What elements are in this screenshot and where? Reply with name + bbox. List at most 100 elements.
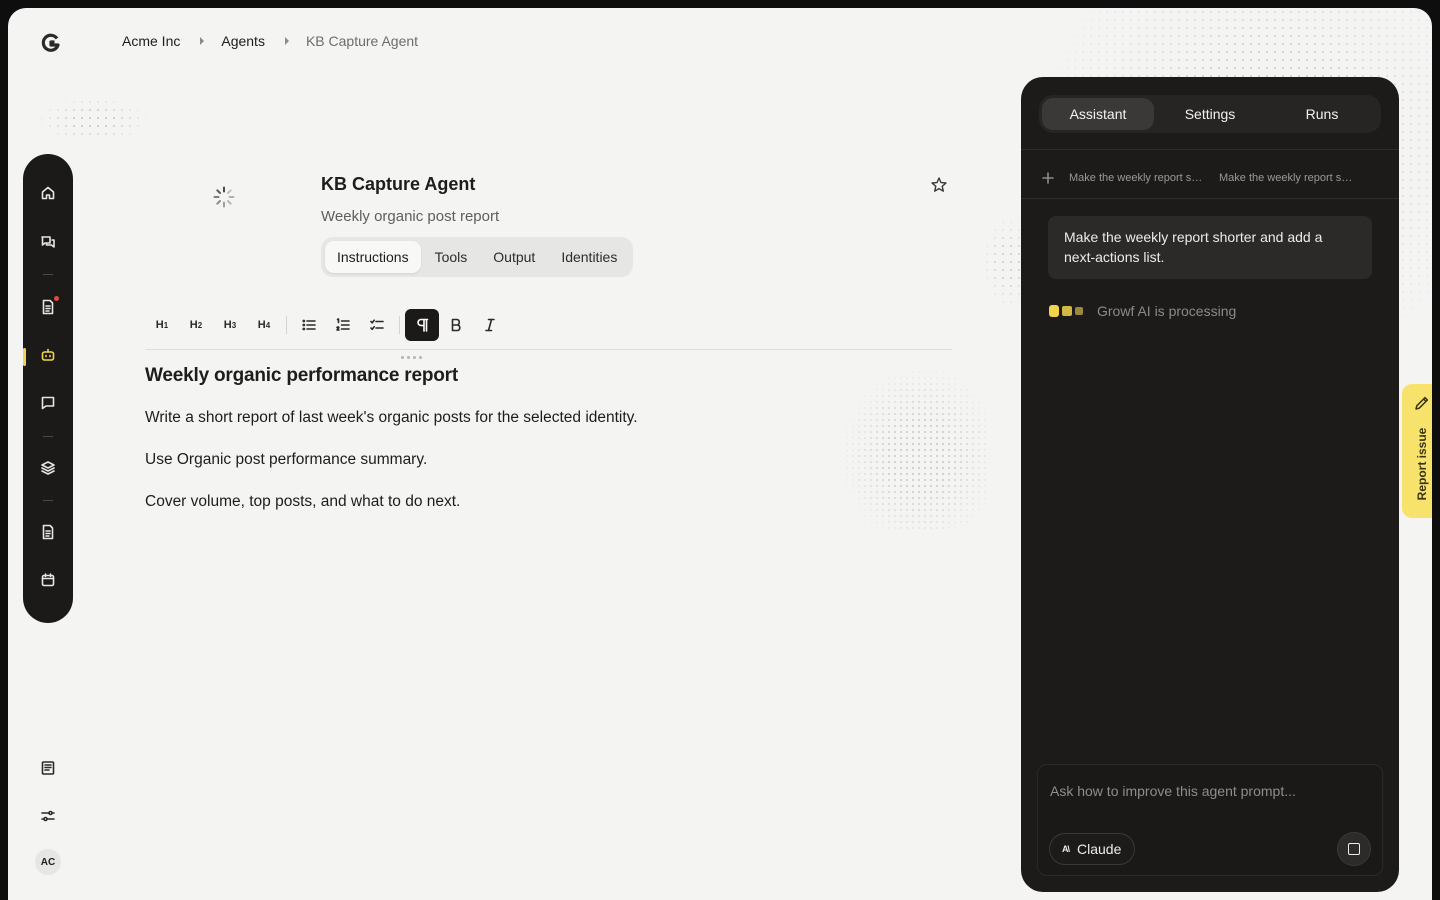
report-issue-button[interactable]: Report issue [1402,384,1432,518]
heading-3-button[interactable]: H3 [213,309,247,341]
avatar[interactable]: AC [35,849,61,875]
heading-1-letter: H [155,319,164,331]
breadcrumb-item-current: KB Capture Agent [305,33,419,49]
heading-2-button[interactable]: H2 [179,309,213,341]
document-paragraph: Cover volume, top posts, and what to do … [145,493,461,510]
star-icon[interactable] [930,176,948,194]
pencil-icon [1415,396,1429,410]
drag-handle-icon[interactable] [401,356,422,359]
processing-text: Growf AI is processing [1097,303,1237,319]
decorative-dots [838,363,988,533]
active-indicator [23,348,26,366]
user-message: Make the weekly report shorter and add a… [1048,216,1372,279]
nav-calendar[interactable] [36,568,60,592]
rail-divider [43,500,53,501]
heading-1-level: 1 [163,320,169,330]
plus-icon [1042,172,1054,184]
book-icon [41,761,55,775]
nav-agents[interactable] [36,343,60,367]
heading-4-level: 4 [265,320,271,330]
layers-icon [41,461,55,475]
breadcrumb: Acme Inc Agents KB Capture Agent [122,33,418,49]
paragraph-button[interactable] [405,309,439,341]
breadcrumb-item-org[interactable]: Acme Inc [122,33,180,49]
toolbar-divider [399,316,400,334]
toolbar-divider-line [145,349,952,350]
heading-4-letter: H [257,319,266,331]
processing-indicator-icon [1049,305,1083,317]
instructions-editor[interactable]: Weekly organic performance report Write … [145,365,845,535]
document-paragraph: Use Organic post performance summary. [145,451,428,468]
nav-conversations[interactable] [36,230,60,254]
stop-button[interactable] [1337,832,1371,866]
tab-runs[interactable]: Runs [1266,98,1378,130]
document-heading: Weekly organic performance report [145,365,458,386]
checklist-icon [370,319,384,331]
checklist-button[interactable] [360,309,394,341]
paragraph-icon [417,318,429,332]
agent-tabs: Instructions Tools Output Identities [321,237,634,277]
heading-2-letter: H [189,319,198,331]
calendar-icon [41,573,55,587]
tab-instructions[interactable]: Instructions [325,241,421,273]
heading-4-button[interactable]: H4 [247,309,281,341]
nav-home[interactable] [36,181,60,205]
bold-button[interactable] [439,309,473,341]
editor-toolbar: H1 H2 H3 H4 [145,309,507,341]
new-thread-button[interactable] [1039,169,1057,187]
panel-tabs: Assistant Settings Runs [1039,95,1381,133]
numbered-list-icon [336,318,350,331]
growf-logo-icon[interactable] [40,32,62,54]
robot-icon [41,348,55,361]
nav-documents[interactable] [36,295,60,319]
tab-identities[interactable]: Identities [549,241,629,273]
message-icon [41,396,55,410]
rail-divider [43,274,53,275]
toolbar-divider [286,316,287,334]
preferences-button[interactable] [36,804,60,828]
bullet-list-icon [302,319,316,331]
left-nav-rail [23,154,73,623]
heading-1-button[interactable]: H1 [145,309,179,341]
tab-settings[interactable]: Settings [1154,98,1266,130]
model-selector-button[interactable]: A\ Claude [1049,833,1136,865]
italic-button[interactable] [473,309,507,341]
loading-spinner-icon [213,186,235,208]
breadcrumb-item-agents[interactable]: Agents [221,33,265,49]
docs-button[interactable] [36,756,60,780]
panel-divider [1021,149,1399,150]
page-title: KB Capture Agent [321,174,476,194]
nav-messages[interactable] [36,391,60,415]
model-label: Claude [1077,841,1122,857]
thread-tab[interactable]: Make the weekly report shorter and add a… [1219,172,1357,184]
tab-tools[interactable]: Tools [423,241,480,273]
nav-files[interactable] [36,520,60,544]
document-icon [42,299,54,315]
chevron-right-icon [284,37,289,45]
composer: A\ Claude [1037,764,1383,876]
tab-assistant[interactable]: Assistant [1042,98,1154,130]
panel-divider [1021,198,1399,199]
sliders-icon [41,810,55,822]
heading-3-level: 3 [231,320,237,330]
bullet-list-button[interactable] [292,309,326,341]
claude-icon: A\ [1062,844,1070,854]
italic-icon [485,318,495,332]
rail-divider [43,436,53,437]
assistant-panel: Assistant Settings Runs Make the weekly … [1021,77,1399,892]
chat-bubbles-icon [41,236,55,248]
home-icon [41,186,55,200]
processing-status: Growf AI is processing [1049,303,1236,319]
heading-2-level: 2 [197,320,203,330]
notification-dot [54,296,59,301]
report-issue-label: Report issue [1415,427,1429,501]
heading-3-letter: H [223,319,232,331]
thread-tabs: Make the weekly report shorter and add a… [1039,169,1357,187]
numbered-list-button[interactable] [326,309,360,341]
prompt-input[interactable] [1050,779,1370,803]
thread-tab[interactable]: Make the weekly report shorter and add a… [1069,172,1207,184]
document-paragraph: Write a short report of last week's orga… [145,409,638,426]
nav-knowledge[interactable] [36,456,60,480]
tab-output[interactable]: Output [481,241,547,273]
chevron-right-icon [200,37,205,45]
